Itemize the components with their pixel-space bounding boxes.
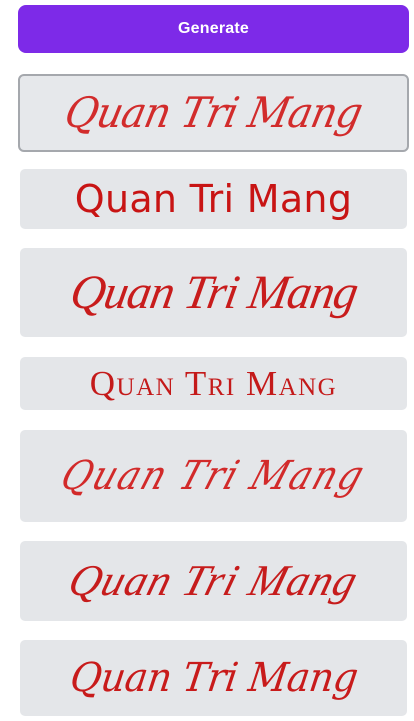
font-preview-text: Quan Tri Mang	[66, 655, 361, 701]
font-option-2[interactable]: Quan Tri Mang	[20, 169, 407, 229]
font-preview-text: Quan Tri Mang	[60, 88, 367, 137]
font-option-7[interactable]: Quan Tri Mang	[20, 640, 407, 716]
font-preview-text: Quan Tri Mang	[63, 556, 365, 605]
font-preview-text: Quan Tri Mang	[55, 453, 372, 499]
font-option-3[interactable]: Quan Tri Mang	[20, 248, 407, 337]
font-preview-text: Quan Tri Mang	[74, 177, 353, 221]
font-preview-text: Quan Tri Mang	[66, 265, 362, 319]
font-option-5[interactable]: Quan Tri Mang	[20, 430, 407, 522]
font-option-6[interactable]: Quan Tri Mang	[20, 541, 407, 621]
font-option-1[interactable]: Quan Tri Mang	[18, 74, 409, 152]
font-option-4[interactable]: Quan Tri Mang	[20, 357, 407, 410]
generate-button[interactable]: Generate	[18, 5, 409, 53]
font-preview-text: Quan Tri Mang	[89, 364, 338, 403]
